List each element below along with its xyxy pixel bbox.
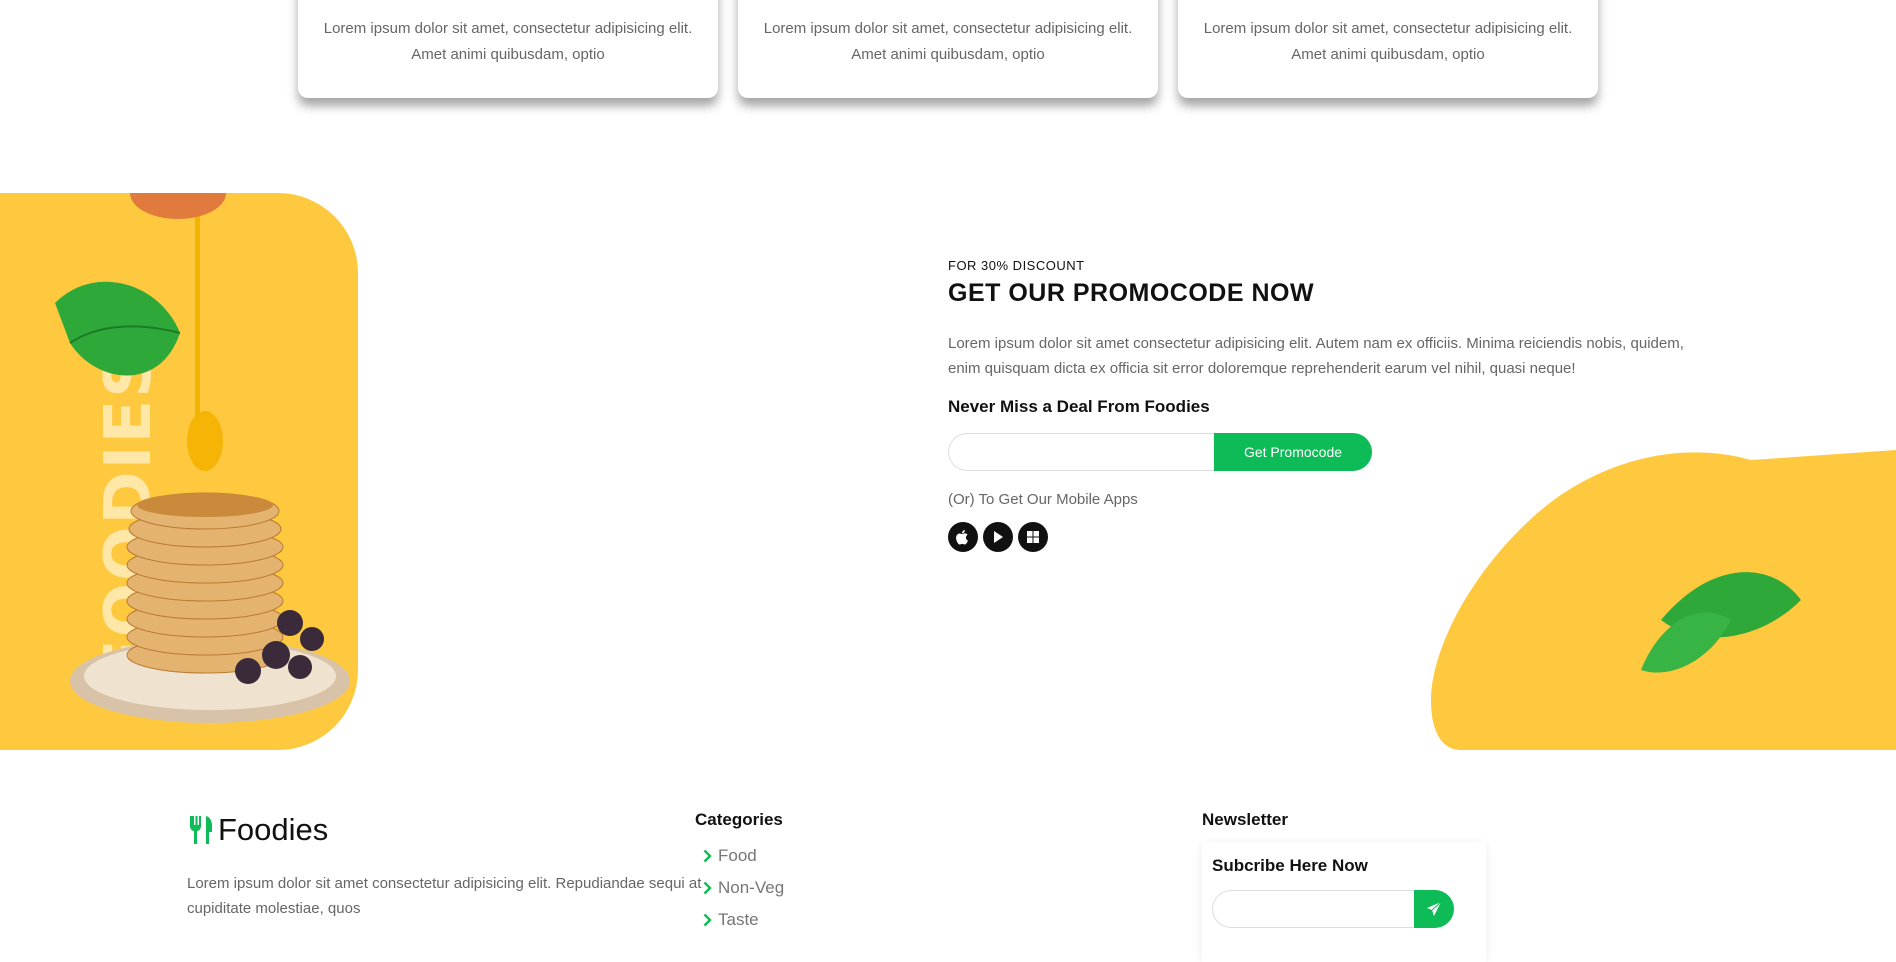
promo-left-panel: FOODIES <box>0 193 358 750</box>
send-icon <box>1427 901 1442 916</box>
chevron-right-icon <box>703 881 712 895</box>
chevron-right-icon <box>703 913 712 927</box>
footer-brand-description: Lorem ipsum dolor sit amet consectetur a… <box>187 875 702 917</box>
get-promocode-button[interactable]: Get Promocode <box>1214 433 1372 471</box>
category-label: Food <box>718 846 757 865</box>
newsletter-submit-button[interactable] <box>1414 890 1454 928</box>
newsletter-box: Subcribe Here Now <box>1202 842 1486 962</box>
promo-title: GET OUR PROMOCODE NOW <box>948 279 1315 307</box>
promocode-form: Get Promocode <box>948 433 1372 471</box>
feature-card-text: Lorem ipsum dolor sit amet, consectetur … <box>323 20 693 63</box>
feature-card: Lorem ipsum dolor sit amet, consectetur … <box>1178 0 1598 98</box>
discount-kicker: FOR 30% DISCOUNT <box>948 258 1085 273</box>
deal-heading: Never Miss a Deal From Foodies <box>948 397 1210 416</box>
newsletter-email-input[interactable] <box>1212 890 1414 928</box>
footer-brand[interactable]: Foodies <box>188 812 328 848</box>
promo-description: Lorem ipsum dolor sit amet consectetur a… <box>948 335 1684 377</box>
newsletter-heading: Subcribe Here Now <box>1212 856 1368 875</box>
feature-card-text: Lorem ipsum dolor sit amet, consectetur … <box>763 20 1133 63</box>
categories-title: Categories <box>695 810 783 829</box>
fork-knife-icon <box>190 816 212 844</box>
footer-categories: Categories Food Non-Veg Taste <box>695 810 784 936</box>
play-store-icon[interactable] <box>983 522 1013 552</box>
promocode-email-input[interactable] <box>948 433 1214 471</box>
app-store-links <box>948 522 1688 552</box>
feature-card-text: Lorem ipsum dolor sit amet, consectetur … <box>1203 20 1573 63</box>
feature-card: Lorem ipsum dolor sit amet, consectetur … <box>298 0 718 98</box>
category-link-taste[interactable]: Taste <box>695 904 784 936</box>
category-label: Non-Veg <box>718 878 785 897</box>
promo-content: FOR 30% DISCOUNT GET OUR PROMOCODE NOW L… <box>948 258 1688 552</box>
newsletter-title: Newsletter <box>1202 810 1288 829</box>
chevron-right-icon <box>703 849 712 863</box>
feature-card: Lorem ipsum dolor sit amet, consectetur … <box>738 0 1158 98</box>
footer-brand-name: Foodies <box>218 812 329 847</box>
feature-cards: Lorem ipsum dolor sit amet, consectetur … <box>0 0 1896 100</box>
pancake-stack-image <box>55 193 350 723</box>
windows-icon[interactable] <box>1018 522 1048 552</box>
apple-icon[interactable] <box>948 522 978 552</box>
categories-list: Food Non-Veg Taste <box>695 840 784 936</box>
site-footer: Foodies Lorem ipsum dolor sit amet conse… <box>0 750 1896 962</box>
footer-newsletter: Newsletter Subcribe Here Now <box>1202 810 1486 962</box>
mobile-apps-text: (Or) To Get Our Mobile Apps <box>948 491 1138 508</box>
category-label: Taste <box>718 910 759 929</box>
category-link-non-veg[interactable]: Non-Veg <box>695 872 784 904</box>
promo-section: FOODIES FOR 30% DISCOUNT GET OUR PROMOCO… <box>0 158 1896 750</box>
category-link-food[interactable]: Food <box>695 840 784 872</box>
newsletter-form <box>1212 890 1454 928</box>
